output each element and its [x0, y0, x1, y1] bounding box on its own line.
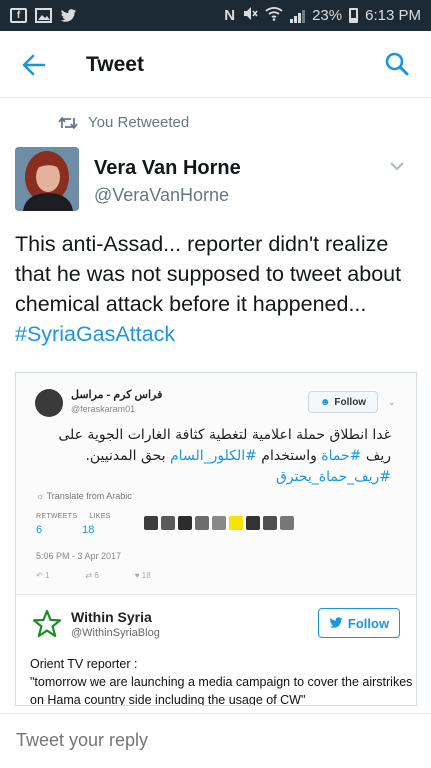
liker-avatar — [280, 516, 294, 530]
chevron-down-icon[interactable] — [389, 159, 405, 171]
liker-avatar — [178, 516, 192, 530]
back-arrow-icon[interactable] — [20, 51, 48, 79]
quoted-hashtag: #الكلور_السام — [170, 448, 257, 464]
retweet-count: 6 — [94, 571, 99, 580]
quoted-text-part: بحق المدنيين. — [85, 448, 171, 464]
clock: 6:13 PM — [365, 7, 421, 24]
quoted-follow-button: ☻ Follow — [308, 391, 378, 413]
quoted-hashtag: #ريف_حماة_يحترق — [276, 469, 391, 485]
app-bar: Tweet — [0, 31, 431, 98]
mute-icon — [242, 6, 258, 25]
retweet-icon — [58, 116, 78, 130]
reply-input[interactable] — [16, 730, 406, 751]
quoted-tweet-screenshot: فراس كرم - مراسل @feraskaram01 ☻ Follow … — [16, 373, 416, 595]
search-icon[interactable] — [384, 51, 410, 77]
liker-avatar — [161, 516, 175, 530]
notification-icons: f — [10, 8, 77, 23]
twitter-bird-icon — [329, 617, 343, 628]
tweet-text: This anti-Assad... reporter didn't reali… — [15, 229, 415, 349]
commenter-handle: @WithinSyriaBlog — [71, 627, 160, 639]
likes-label: LIKES — [89, 513, 111, 520]
liker-avatar — [144, 516, 158, 530]
liker-avatar — [212, 516, 226, 530]
twitter-icon — [60, 8, 77, 23]
quoted-author-handle: @feraskaram01 — [71, 404, 136, 414]
quoted-follow-label: Follow — [334, 396, 367, 408]
reply-bar — [0, 713, 431, 768]
quoted-stats-values: 6 18 — [36, 524, 94, 536]
tweet-media-image[interactable]: فراس كرم - مراسل @feraskaram01 ☻ Follow … — [15, 372, 417, 706]
quoted-retweet-action: ⇄ 6 — [85, 571, 99, 580]
quoted-text-part: واستخدام — [256, 448, 322, 464]
star-icon — [32, 609, 62, 639]
battery-percent: 23% — [312, 7, 343, 24]
quoted-timestamp: 5:06 PM - 3 Apr 2017 — [36, 551, 122, 561]
avatar[interactable] — [15, 147, 79, 211]
retweet-indicator: You Retweeted — [58, 114, 189, 131]
add-user-icon: ☻ — [319, 396, 331, 408]
likes-count: 18 — [82, 524, 95, 536]
retweets-count: 6 — [36, 524, 43, 536]
system-icons: N 23% 6:13 PM — [224, 6, 421, 25]
retweets-label: RETWEETS — [36, 513, 78, 520]
wifi-icon — [265, 6, 283, 25]
commenter-text: Orient TV reporter : "tomorrow we are la… — [30, 655, 415, 706]
author-name[interactable]: Vera Van Horne — [94, 157, 241, 180]
battery-icon — [349, 8, 359, 23]
like-count: 18 — [141, 571, 151, 580]
facebook-icon: f — [10, 8, 27, 23]
tweet-hashtag-link[interactable]: #SyriaGasAttack — [15, 322, 175, 346]
quoted-like-action: ♥ 18 — [134, 571, 151, 580]
quoted-avatar — [35, 389, 63, 417]
liker-avatars — [144, 516, 294, 530]
signal-icon — [290, 9, 306, 23]
translate-label: Translate from Arabic — [46, 491, 132, 501]
quoted-reply-action: ↶ 1 — [36, 571, 50, 580]
author-handle[interactable]: @VeraVanHorne — [94, 185, 229, 206]
commenter-name: Within Syria — [71, 609, 152, 625]
liker-avatar — [229, 516, 243, 530]
liker-avatar — [195, 516, 209, 530]
translate-link: ☼ Translate from Arabic — [36, 491, 132, 501]
page-title: Tweet — [86, 53, 144, 76]
quoted-stats-labels: RETWEETS LIKES — [36, 513, 111, 520]
liker-avatar — [263, 516, 277, 530]
commenter-follow-label: Follow — [347, 615, 390, 631]
retweet-label: You Retweeted — [88, 114, 190, 131]
gallery-icon — [35, 8, 52, 23]
quoted-tweet-text: غدا انطلاق حملة اعلامية لتغطية كثافة الغ… — [36, 425, 391, 488]
liker-avatar — [246, 516, 260, 530]
reply-count: 1 — [44, 571, 50, 580]
commenter-text-line: Orient TV reporter : — [30, 657, 138, 671]
quoted-hashtag: #حماة — [321, 448, 362, 464]
commenter-text-line: "tomorrow we are launching a media campa… — [30, 675, 413, 706]
tweet-body: This anti-Assad... reporter didn't reali… — [15, 232, 402, 316]
quoted-author-name: فراس كرم - مراسل — [71, 389, 163, 401]
commenter-follow-button: Follow — [318, 608, 400, 638]
quoted-actions: ↶ 1 ⇄ 6 ♥ 18 — [36, 571, 151, 580]
nfc-icon: N — [224, 7, 236, 24]
quoted-chevron-icon: ⌄ — [388, 397, 396, 407]
status-bar: f N 23% 6:13 PM — [0, 0, 431, 31]
